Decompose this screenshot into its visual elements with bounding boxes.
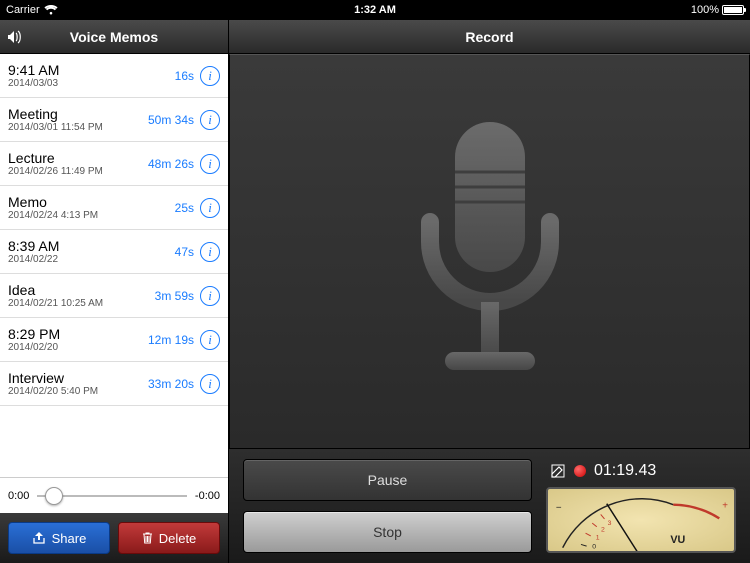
memo-title: 8:29 PM xyxy=(8,326,148,342)
vu-needle xyxy=(607,504,641,553)
memo-row[interactable]: Memo2014/02/24 4:13 PM25s i xyxy=(0,186,228,230)
info-button[interactable]: i xyxy=(200,154,220,174)
clock-label: 1:32 AM xyxy=(252,4,498,16)
delete-button[interactable]: Delete xyxy=(118,522,220,554)
delete-label: Delete xyxy=(159,531,197,546)
microphone-icon xyxy=(390,112,590,392)
memo-duration: 47s xyxy=(175,245,194,259)
playback-slider[interactable] xyxy=(37,495,187,497)
memo-row[interactable]: 8:29 PM2014/02/2012m 19s i xyxy=(0,318,228,362)
sidebar-header: Voice Memos xyxy=(0,20,228,54)
svg-text:0: 0 xyxy=(592,543,596,550)
trash-icon xyxy=(142,532,153,544)
playback-bar: 0:00 -0:00 xyxy=(0,477,228,513)
memo-row[interactable]: 9:41 AM2014/03/0316s i xyxy=(0,54,228,98)
info-button[interactable]: i xyxy=(200,66,220,86)
vu-minus: − xyxy=(556,503,562,514)
memo-duration: 16s xyxy=(175,69,194,83)
playback-remaining: -0:00 xyxy=(195,490,220,502)
record-indicator-icon xyxy=(574,465,586,477)
memo-title: 8:39 AM xyxy=(8,238,175,254)
info-button[interactable]: i xyxy=(200,374,220,394)
memo-subtitle: 2014/03/01 11:54 PM xyxy=(8,122,148,133)
info-button[interactable]: i xyxy=(200,110,220,130)
memo-title: 9:41 AM xyxy=(8,62,175,78)
battery-icon xyxy=(722,5,744,15)
stop-button[interactable]: Stop xyxy=(243,511,532,553)
status-bar: Carrier 1:32 AM 100% xyxy=(0,0,750,20)
memo-subtitle: 2014/02/20 5:40 PM xyxy=(8,386,148,397)
memo-subtitle: 2014/02/22 xyxy=(8,254,175,265)
sidebar-title: Voice Memos xyxy=(0,29,228,45)
memo-duration: 48m 26s xyxy=(148,157,194,171)
vu-label: VU xyxy=(670,534,685,546)
memo-subtitle: 2014/02/26 11:49 PM xyxy=(8,166,148,177)
memo-list[interactable]: 9:41 AM2014/03/0316siMeeting2014/03/01 1… xyxy=(0,54,228,477)
info-button[interactable]: i xyxy=(200,198,220,218)
memo-row[interactable]: Meeting2014/03/01 11:54 PM50m 34s i xyxy=(0,98,228,142)
memo-title: Lecture xyxy=(8,150,148,166)
memo-row[interactable]: 8:39 AM2014/02/2247s i xyxy=(0,230,228,274)
vu-meter-svg: 201075310123 − + VU xyxy=(548,489,734,553)
info-button[interactable]: i xyxy=(200,330,220,350)
memo-duration: 3m 59s xyxy=(155,289,194,303)
record-canvas xyxy=(229,54,750,449)
battery-pct-label: 100% xyxy=(691,4,719,16)
memo-title: Idea xyxy=(8,282,155,298)
action-bar: Share Delete xyxy=(0,513,228,563)
share-label: Share xyxy=(52,531,87,546)
memo-title: Memo xyxy=(8,194,175,210)
memo-subtitle: 2014/02/24 4:13 PM xyxy=(8,210,175,221)
svg-text:1: 1 xyxy=(596,535,600,542)
slider-knob[interactable] xyxy=(45,487,63,505)
edit-icon[interactable] xyxy=(550,463,566,479)
sidebar: Voice Memos 9:41 AM2014/03/0316siMeeting… xyxy=(0,20,229,563)
vu-meter: 201075310123 − + VU xyxy=(546,487,736,553)
memo-title: Interview xyxy=(8,370,148,386)
carrier-label: Carrier xyxy=(6,4,40,16)
vu-plus: + xyxy=(722,501,728,512)
content-title: Record xyxy=(229,20,750,54)
share-button[interactable]: Share xyxy=(8,522,110,554)
info-button[interactable]: i xyxy=(200,242,220,262)
memo-duration: 33m 20s xyxy=(148,377,194,391)
memo-row[interactable]: Lecture2014/02/26 11:49 PM48m 26s i xyxy=(0,142,228,186)
timer-label: 01:19.43 xyxy=(594,462,656,480)
memo-subtitle: 2014/03/03 xyxy=(8,78,175,89)
memo-duration: 25s xyxy=(175,201,194,215)
controls-panel: Pause Stop 01:19.43 201075310123 − + xyxy=(229,449,750,563)
svg-text:2: 2 xyxy=(601,527,605,534)
memo-duration: 50m 34s xyxy=(148,113,194,127)
memo-duration: 12m 19s xyxy=(148,333,194,347)
memo-title: Meeting xyxy=(8,106,148,122)
wifi-icon xyxy=(44,5,58,15)
content-area: Record Pause Stop 01: xyxy=(229,20,750,563)
memo-row[interactable]: Idea2014/02/21 10:25 AM3m 59s i xyxy=(0,274,228,318)
svg-text:3: 3 xyxy=(608,520,612,527)
share-icon xyxy=(32,532,46,544)
info-button[interactable]: i xyxy=(200,286,220,306)
pause-button[interactable]: Pause xyxy=(243,459,532,501)
memo-row[interactable]: Interview2014/02/20 5:40 PM33m 20s i xyxy=(0,362,228,406)
timer-row: 01:19.43 xyxy=(546,459,736,483)
memo-subtitle: 2014/02/21 10:25 AM xyxy=(8,298,155,309)
memo-subtitle: 2014/02/20 xyxy=(8,342,148,353)
playback-elapsed: 0:00 xyxy=(8,490,29,502)
